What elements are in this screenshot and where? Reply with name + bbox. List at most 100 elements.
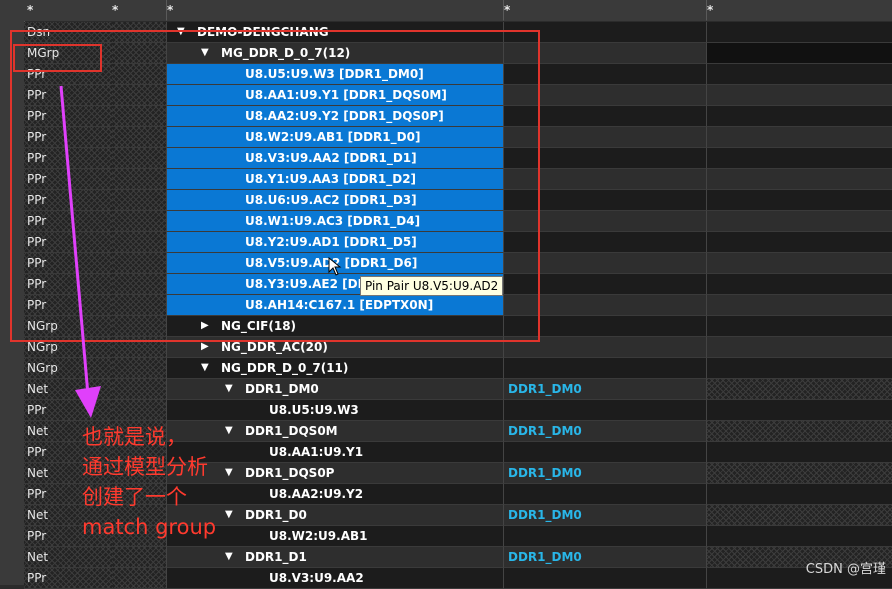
row-object[interactable]: ▶ NG_CIF(18) <box>167 316 504 337</box>
table-row[interactable]: PPr U8.AA2:U9.Y2 [DDR1_DQS0P] <box>0 106 892 127</box>
table-row[interactable]: PPr U8.V3:U9.AA2 [DDR1_D1] <box>0 148 892 169</box>
row-net-value[interactable]: DDR1_DM0 <box>504 421 707 442</box>
row-col1 <box>112 316 167 337</box>
header-type[interactable]: * <box>24 0 115 21</box>
row-object[interactable]: ▶ NG_DDR_AC(20) <box>167 337 504 358</box>
row-net-value[interactable] <box>504 232 707 253</box>
table-row[interactable]: NGrp ▶ NG_CIF(18) <box>0 316 892 337</box>
row-object[interactable]: ▼ NG_DDR_D_0_7(11) <box>167 358 504 379</box>
table-row[interactable]: PPr U8.Y2:U9.AD1 [DDR1_D5] <box>0 232 892 253</box>
row-object[interactable]: U8.W2:U9.AB1 <box>167 526 504 547</box>
row-col4 <box>707 211 892 232</box>
row-object[interactable]: U8.Y1:U9.AA3 [DDR1_D2] <box>167 169 504 190</box>
row-object[interactable]: U8.V3:U9.AA2 <box>167 568 504 589</box>
row-net-value[interactable]: DDR1_DM0 <box>504 463 707 484</box>
row-net-value[interactable] <box>504 211 707 232</box>
row-net-value[interactable]: DDR1_DM0 <box>504 547 707 568</box>
table-row[interactable]: NGrp ▶ NG_DDR_AC(20) <box>0 337 892 358</box>
table-row[interactable]: PPr U8.AH14:C167.1 [EDPTX0N] <box>0 295 892 316</box>
row-net-value[interactable] <box>504 337 707 358</box>
header-objects[interactable]: * <box>167 0 504 21</box>
row-net-value[interactable] <box>504 568 707 589</box>
row-object[interactable]: U8.AA2:U9.Y2 [DDR1_DQS0P] <box>167 106 504 127</box>
expand-triangle-icon[interactable]: ▶ <box>201 316 209 336</box>
row-net-value[interactable] <box>504 358 707 379</box>
table-row[interactable]: MGrp ▼ MG_DDR_D_0_7(12) <box>0 43 892 64</box>
table-row[interactable]: Net ▼ DDR1_D1 DDR1_DM0 <box>0 547 892 568</box>
row-object[interactable]: U8.AA1:U9.Y1 <box>167 442 504 463</box>
row-object-label: U8.AA2:U9.Y2 [DDR1_DQS0P] <box>245 109 444 123</box>
collapse-triangle-icon[interactable]: ▼ <box>225 463 233 483</box>
row-net-value[interactable] <box>504 316 707 337</box>
row-object[interactable]: U8.AA1:U9.Y1 [DDR1_DQS0M] <box>167 85 504 106</box>
table-row[interactable]: PPr U8.U6:U9.AC2 [DDR1_D3] <box>0 190 892 211</box>
row-col1 <box>112 295 167 316</box>
expand-triangle-icon[interactable]: ▶ <box>201 337 209 357</box>
row-col4 <box>707 316 892 337</box>
collapse-triangle-icon[interactable]: ▼ <box>225 505 233 525</box>
row-net-value[interactable] <box>504 64 707 85</box>
row-net-value[interactable] <box>504 22 707 43</box>
header-col4[interactable]: * <box>707 0 892 21</box>
row-net-value[interactable] <box>504 85 707 106</box>
collapse-triangle-icon[interactable]: ▼ <box>225 547 233 567</box>
row-object[interactable]: ▼ DEMO-DENGCHANG <box>167 22 504 43</box>
table-row[interactable]: PPr U8.W1:U9.AC3 [DDR1_D4] <box>0 211 892 232</box>
row-net-value[interactable] <box>504 274 707 295</box>
table-row[interactable]: PPr U8.V5:U9.AD2 [DDR1_D6] <box>0 253 892 274</box>
row-object[interactable]: U8.W1:U9.AC3 [DDR1_D4] <box>167 211 504 232</box>
row-object[interactable]: U8.AA2:U9.Y2 <box>167 484 504 505</box>
row-object[interactable]: ▼ DDR1_D1 <box>167 547 504 568</box>
collapse-triangle-icon[interactable]: ▼ <box>201 43 209 63</box>
row-net-value[interactable]: DDR1_DM0 <box>504 379 707 400</box>
row-object-label: NG_CIF(18) <box>221 319 297 333</box>
table-row[interactable]: PPr U8.V3:U9.AA2 <box>0 568 892 589</box>
header-col1[interactable]: * <box>112 0 167 21</box>
row-object[interactable]: ▼ DDR1_DQS0M <box>167 421 504 442</box>
row-object[interactable]: U8.AH14:C167.1 [EDPTX0N] <box>167 295 504 316</box>
row-object[interactable]: U8.W2:U9.AB1 [DDR1_D0] <box>167 127 504 148</box>
row-net-value[interactable] <box>504 400 707 421</box>
row-type: MGrp <box>24 43 115 64</box>
row-object[interactable]: ▼ DDR1_DQS0P <box>167 463 504 484</box>
row-object[interactable]: ▼ DDR1_DM0 <box>167 379 504 400</box>
row-net-value[interactable] <box>504 190 707 211</box>
table-row[interactable]: Dsn ▼ DEMO-DENGCHANG <box>0 22 892 43</box>
table-row[interactable]: PPr U8.AA1:U9.Y1 [DDR1_DQS0M] <box>0 85 892 106</box>
table-row[interactable]: PPr U8.W2:U9.AB1 [DDR1_D0] <box>0 127 892 148</box>
row-net-value[interactable] <box>504 295 707 316</box>
row-net-value[interactable]: DDR1_DM0 <box>504 505 707 526</box>
row-net-value[interactable] <box>504 253 707 274</box>
table-row[interactable]: NGrp ▼ NG_DDR_D_0_7(11) <box>0 358 892 379</box>
collapse-triangle-icon[interactable]: ▼ <box>225 421 233 441</box>
row-net-value[interactable] <box>504 442 707 463</box>
row-net-value[interactable] <box>504 169 707 190</box>
row-net-value[interactable] <box>504 484 707 505</box>
collapse-triangle-icon[interactable]: ▼ <box>177 22 185 42</box>
table-row[interactable]: Net ▼ DDR1_DM0 DDR1_DM0 <box>0 379 892 400</box>
row-object[interactable]: U8.U5:U9.W3 <box>167 400 504 421</box>
collapse-triangle-icon[interactable]: ▼ <box>225 379 233 399</box>
row-object-label: U8.AH14:C167.1 [EDPTX0N] <box>245 298 434 312</box>
row-net-value[interactable] <box>504 526 707 547</box>
table-row[interactable]: PPr U8.U5:U9.W3 [DDR1_DM0] <box>0 64 892 85</box>
row-object[interactable]: U8.Y2:U9.AD1 [DDR1_D5] <box>167 232 504 253</box>
row-object[interactable]: U8.U5:U9.W3 [DDR1_DM0] <box>167 64 504 85</box>
row-object-label: U8.W1:U9.AC3 [DDR1_D4] <box>245 214 421 228</box>
collapse-triangle-icon[interactable]: ▼ <box>201 358 209 378</box>
row-object[interactable]: U8.U6:U9.AC2 [DDR1_D3] <box>167 190 504 211</box>
row-col1 <box>112 337 167 358</box>
row-net-value[interactable] <box>504 127 707 148</box>
row-net-value[interactable] <box>504 106 707 127</box>
row-object[interactable]: ▼ MG_DDR_D_0_7(12) <box>167 43 504 64</box>
row-col4 <box>707 484 892 505</box>
row-object[interactable]: ▼ DDR1_D0 <box>167 505 504 526</box>
row-object-label: U8.W2:U9.AB1 [DDR1_D0] <box>245 130 421 144</box>
row-net-value[interactable] <box>504 43 707 64</box>
table-row[interactable]: PPr U8.Y1:U9.AA3 [DDR1_D2] <box>0 169 892 190</box>
table-row[interactable]: PPr U8.U5:U9.W3 <box>0 400 892 421</box>
header-col3[interactable]: * <box>504 0 707 21</box>
row-net-value[interactable] <box>504 148 707 169</box>
row-col4 <box>707 232 892 253</box>
row-object[interactable]: U8.V3:U9.AA2 [DDR1_D1] <box>167 148 504 169</box>
